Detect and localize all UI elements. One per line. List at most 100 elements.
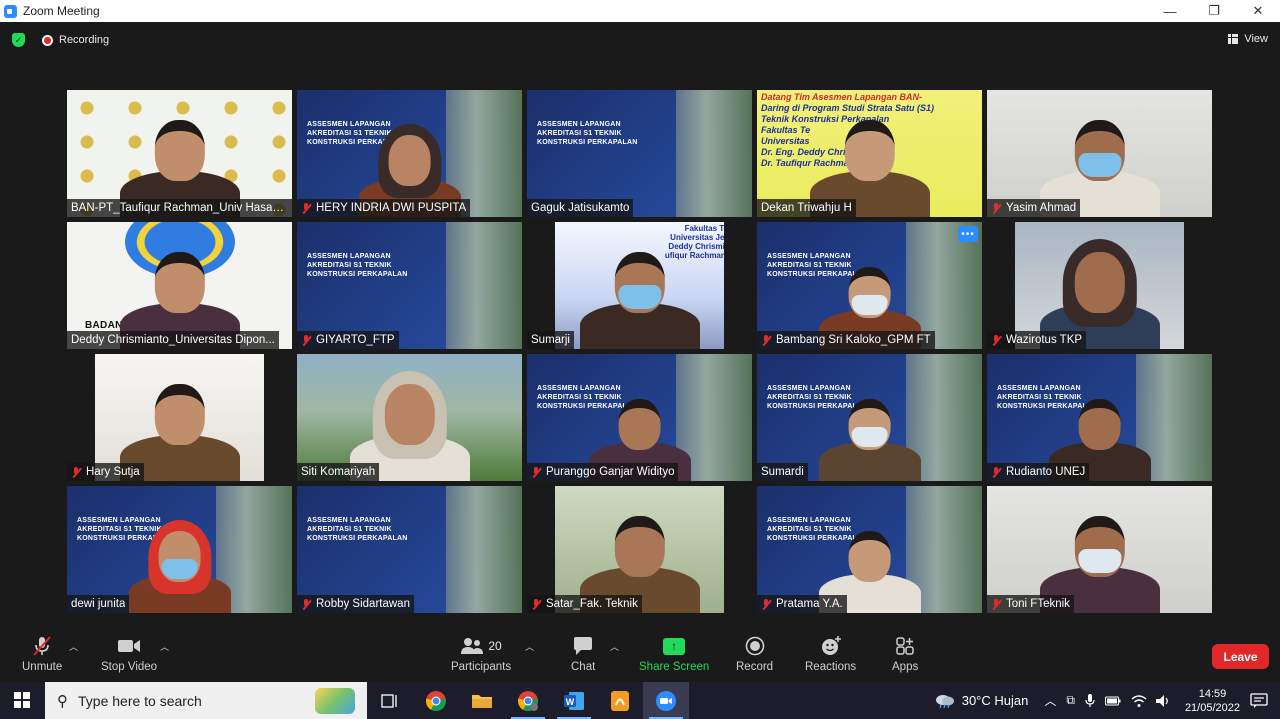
participant-tile[interactable]: Wazirotus TKP [987,222,1212,349]
taskbar-pdf-app[interactable] [597,682,643,719]
stop-video-button[interactable]: Stop Video [101,634,157,673]
security-shield-icon[interactable]: ✓ [12,33,25,47]
minimize-button[interactable]: — [1148,0,1192,22]
slide-heading: ASSESMEN LAPANGAN AKREDITASI S1 TEKNIK K… [307,253,408,278]
participant-tile[interactable]: ASSESMEN LAPANGAN AKREDITASI S1 TEKNIK K… [297,486,522,613]
apps-label: Apps [892,661,919,673]
participants-count: 20 [488,639,502,653]
windows-taskbar: ⚲ Type here to search W 30°C Hujan ︿ ⧉ 1… [0,682,1280,719]
record-button[interactable]: Record [736,634,773,673]
share-screen-button[interactable]: ↑ Share Screen [639,634,709,673]
weather-text[interactable]: 30°C Hujan [962,693,1029,708]
participant-tile[interactable]: Fakultas Teknik Universitas Jember Deddy… [527,222,752,349]
video-background [527,90,752,217]
participants-caret-icon[interactable]: ︿ [525,640,534,653]
participant-tile[interactable]: ASSESMEN LAPANGAN AKREDITASI S1 TEKNIK K… [987,354,1212,481]
window-controls: — ❐ ✕ [1148,0,1280,22]
participant-tile[interactable]: Yasim Ahmad [987,90,1212,217]
letterbox-bar [1184,222,1212,349]
participant-tile[interactable]: ASSESMEN LAPANGAN AKREDITASI S1 TEKNIK K… [527,90,752,217]
leave-button[interactable]: Leave [1212,644,1269,669]
close-button[interactable]: ✕ [1236,0,1280,22]
participant-name-label: Deddy Chrismianto_Universitas Dipon... [67,331,279,349]
participants-label: Participants [451,661,512,673]
participant-tile[interactable]: ASSESMEN LAPANGAN AKREDITASI S1 TEKNIK K… [297,222,522,349]
video-background [297,486,522,613]
chat-button[interactable]: Chat [571,634,595,673]
participant-name: Puranggo Ganjar Widityo [546,466,675,478]
participant-name-label: Pratama Y.A. [757,595,847,613]
participants-button[interactable]: 20 Participants [451,634,511,673]
participant-tile[interactable]: ASSESMEN LAPANGAN AKREDITASI S1 TEKNIK K… [527,354,752,481]
apps-icon [896,637,914,655]
speaker-icon[interactable] [1155,694,1171,708]
microphone-tray-icon[interactable] [1085,693,1095,708]
participant-tile[interactable]: ASSESMEN LAPANGAN AKREDITASI S1 TEKNIK K… [297,90,522,217]
participant-name: Satar_Fak. Teknik [546,598,638,610]
notification-icon[interactable] [1250,692,1268,709]
view-button[interactable]: View [1228,33,1268,45]
banner-line: Datang Tim Asesmen Lapangan BAN- [761,92,923,102]
face-mask [851,294,888,316]
participant-tile[interactable]: Hary Sutja [67,354,292,481]
maximize-button[interactable]: ❐ [1192,0,1236,22]
muted-mic-icon [991,598,1001,610]
unmute-button[interactable]: Unmute [22,634,62,673]
participant-name: Gaguk Jatisukamto [531,202,630,214]
participant-tile[interactable]: Satar_Fak. Teknik [527,486,752,613]
zoom-icon [656,690,676,711]
muted-mic-icon [301,202,311,214]
participant-name-label: Gaguk Jatisukamto [527,199,634,217]
participant-name: Wazirotus TKP [1006,334,1083,346]
audio-options-caret-icon[interactable]: ︿ [69,640,78,653]
participant-name-label: HERY INDRIA DWI PUSPITA [297,199,471,217]
participant-tile[interactable]: BAN-PT_Taufiqur Rachman_Univ Hasan... [67,90,292,217]
chat-bubble-icon [574,637,593,655]
show-hidden-icons-chevron-icon[interactable]: ︿ [1044,692,1056,709]
reactions-button[interactable]: Reactions [805,634,856,673]
participant-name: HERY INDRIA DWI PUSPITA [316,202,467,214]
weather-rain-icon[interactable] [934,693,956,709]
search-icon: ⚲ [57,692,68,710]
participant-tile[interactable]: ASSESMEN LAPANGAN AKREDITASI S1 TEKNIK K… [757,222,982,349]
participant-tile[interactable]: BADAN AK I NASIONALDeddy Chrismianto_Uni… [67,222,292,349]
word-icon: W [564,691,584,710]
participant-tile[interactable]: ASSESMEN LAPANGAN AKREDITASI S1 TEKNIK K… [67,486,292,613]
participant-tile[interactable]: Datang Tim Asesmen Lapangan BAN- Daring d… [757,90,982,217]
windows-start-icon[interactable] [14,692,30,708]
video-options-caret-icon[interactable]: ︿ [160,640,169,653]
taskbar-search-box[interactable]: ⚲ Type here to search [45,682,367,719]
participant-tile[interactable]: Toni FTeknik [987,486,1212,613]
participant-tile[interactable]: ASSESMEN LAPANGAN AKREDITASI S1 TEKNIK K… [757,354,982,481]
muted-mic-icon [71,466,81,478]
letterbox-bar [264,354,292,481]
participant-name: dewi junita [71,598,126,610]
meeting-area: ✓ Recording View BAN-PT_Taufiqur Rachman… [0,22,1280,630]
battery-icon[interactable] [1104,696,1121,706]
meet-now-icon[interactable]: ⧉ [1066,693,1075,708]
gallery-view: BAN-PT_Taufiqur Rachman_Univ Hasan... ASS… [67,90,1215,613]
muted-mic-icon [761,598,771,610]
wifi-icon[interactable] [1131,694,1147,708]
recording-indicator[interactable]: Recording [42,34,109,46]
taskbar-chrome-profile[interactable] [505,682,551,719]
window-titlebar: Zoom Meeting — ❐ ✕ [0,0,1280,22]
apps-button[interactable]: Apps [892,634,918,673]
participant-name: GIYARTO_FTP [316,334,395,346]
participant-name: Sumarji [531,334,570,346]
folder-icon [472,694,492,708]
participant-tile[interactable]: ASSESMEN LAPANGAN AKREDITASI S1 TEKNIK K… [757,486,982,613]
taskbar-chrome[interactable] [413,682,459,719]
taskbar-file-explorer[interactable] [459,682,505,719]
slide-heading: ASSESMEN LAPANGAN AKREDITASI S1 TEKNIK K… [307,517,408,542]
video-camera-icon [118,640,141,652]
taskbar-word[interactable]: W [551,682,597,719]
chrome-profile-icon [518,690,538,711]
taskbar-zoom[interactable] [643,682,689,719]
more-options-icon[interactable]: ••• [958,226,978,242]
chat-caret-icon[interactable]: ︿ [610,640,619,653]
taskbar-clock[interactable]: 14:59 21/05/2022 [1185,687,1240,715]
task-view-button[interactable] [367,682,413,719]
participant-tile[interactable]: Siti Komariyah [297,354,522,481]
search-placeholder: Type here to search [78,692,202,709]
